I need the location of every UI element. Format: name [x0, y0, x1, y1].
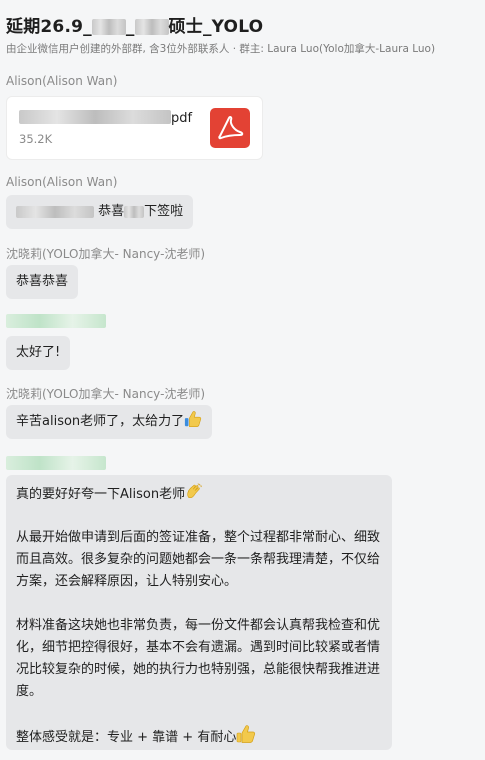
chat-title: 延期26.9_ _ 硕士_YOLO: [6, 17, 264, 37]
redacted-name: [91, 19, 126, 35]
thumbs-up-icon: [185, 411, 202, 427]
message-text: 真的要好好夸一下Alison老师: [16, 483, 384, 506]
redacted-name: [16, 205, 94, 218]
message-paragraph: 从最开始做申请到后面的签证准备，整个过程都非常耐心、细致而且高效。很多复杂的问题…: [16, 530, 381, 589]
message-bubble[interactable]: 恭喜 下签啦: [6, 195, 194, 229]
file-attachment[interactable]: pdf 35.2K: [6, 96, 263, 160]
redacted-filename: [19, 110, 171, 124]
message-text: 整体感受就是：专业 + 靠谱 + 有耐心: [16, 724, 384, 749]
redacted-sender: [6, 456, 106, 470]
message-bubble[interactable]: 辛苦alison老师了，太给力了: [6, 405, 213, 439]
chat-subtitle: 由企业微信用户创建的外部群, 含3位外部联系人 · 群主: Laura Luo(…: [6, 43, 436, 55]
file-size: 35.2K: [19, 132, 53, 146]
redacted-name: [134, 19, 169, 35]
pdf-icon: [210, 108, 250, 148]
message-bubble[interactable]: 真的要好好夸一下Alison老师 从最开始做申请到后面的签证准备，整个过程都非常…: [6, 475, 392, 750]
message-bubble[interactable]: 恭喜恭喜: [6, 265, 79, 299]
pdf-icon-glyph: [218, 115, 244, 140]
file-name: pdf: [19, 110, 192, 126]
clapping-hands-icon: [187, 483, 203, 499]
redacted-sender: [6, 314, 106, 328]
thumbs-up-icon: [237, 725, 256, 743]
sender-name: 沈晓莉(YOLO加拿大- Nancy-沈老师): [6, 387, 206, 401]
sender-name: Alison(Alison Wan): [6, 175, 118, 189]
message-paragraph: 材料准备这块她也非常负责，每一份文件都会认真帮我检查和优化，细节把控得很好，基本…: [16, 618, 381, 699]
chat-header: 延期26.9_ _ 硕士_YOLO 由企业微信用户创建的外部群, 含3位外部联系人 …: [0, 0, 485, 64]
sender-name: Alison(Alison Wan): [6, 74, 118, 88]
sender-name: 沈晓莉(YOLO加拿大- Nancy-沈老师): [6, 247, 206, 261]
redacted-name: [124, 205, 145, 218]
message-bubble[interactable]: 太好了!: [6, 336, 71, 370]
